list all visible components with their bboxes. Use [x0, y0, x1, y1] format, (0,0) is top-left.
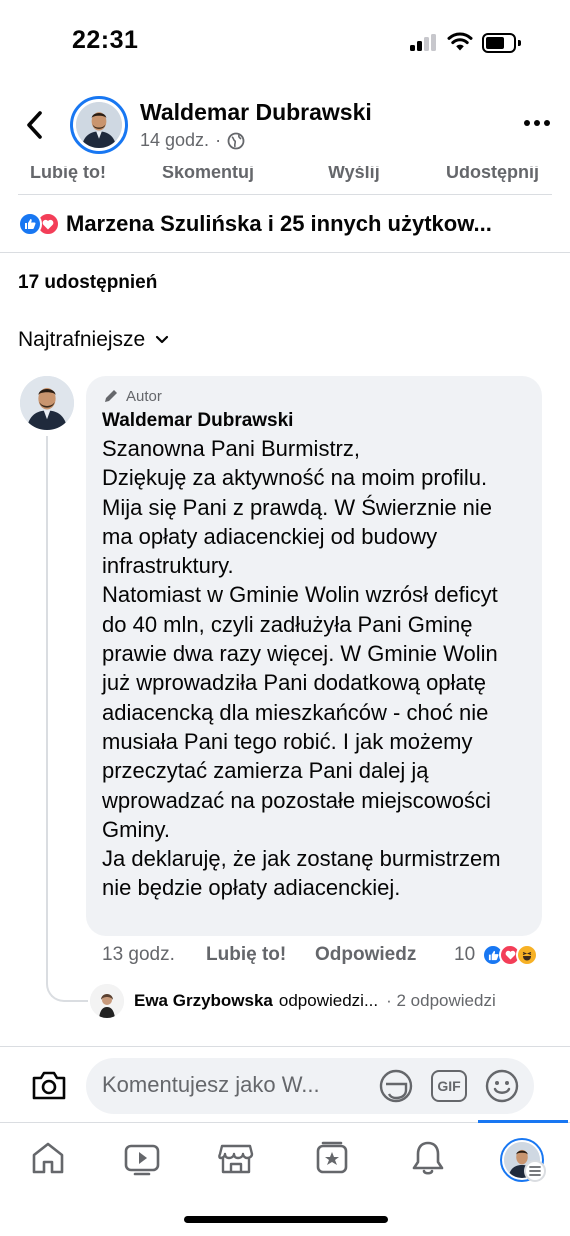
marketplace-icon[interactable] — [216, 1138, 256, 1178]
gif-button[interactable]: GIF — [431, 1070, 467, 1102]
post-actions-row: Lubię to! Skomentuj Wyślij Udostępnij — [0, 166, 570, 194]
status-time: 22:31 — [72, 26, 139, 54]
like-button[interactable]: Lubię to! — [30, 166, 106, 183]
author-name[interactable]: Waldemar Dubrawski — [140, 99, 372, 126]
reply-action: odpowiedzi... — [278, 991, 379, 1010]
comment-like-button[interactable]: Lubię to! — [206, 944, 286, 966]
post-meta: 14 godz. · — [140, 130, 245, 151]
video-icon[interactable] — [122, 1138, 162, 1178]
home-indicator — [184, 1216, 388, 1223]
author-avatar[interactable] — [70, 96, 128, 154]
divider — [0, 1046, 570, 1047]
comment-actions: 13 godz. Lubię to! Odpowiedz 10 — [102, 944, 558, 970]
globe-icon — [227, 132, 245, 149]
comment-text: Szanowna Pani Burmistrz, Dziękuję za akt… — [102, 436, 501, 901]
reactions-summary[interactable]: Marzena Szulińska i 25 innych użytkow... — [18, 208, 492, 240]
wifi-icon — [447, 32, 473, 51]
share-button[interactable]: Udostępnij — [446, 166, 539, 183]
reply-avatar — [90, 984, 124, 1018]
author-badge: Autor — [102, 386, 526, 406]
comment-button[interactable]: Skomentuj — [162, 166, 254, 183]
feeds-icon[interactable] — [312, 1138, 352, 1178]
author-badge-label: Autor — [126, 387, 162, 405]
comment-sort-dropdown[interactable]: Najtrafniejsze — [18, 328, 169, 352]
status-bar: 22:31 — [0, 0, 570, 86]
nav-active-indicator — [478, 1120, 568, 1123]
comment-author[interactable]: Waldemar Dubrawski — [102, 410, 526, 432]
home-icon[interactable] — [28, 1138, 68, 1178]
shares-count[interactable]: 17 udostępnień — [18, 272, 157, 294]
menu-icon — [524, 1160, 546, 1182]
divider — [18, 194, 552, 195]
chevron-down-icon — [156, 335, 169, 344]
reply-author: Ewa Grzybowska — [134, 991, 273, 1010]
comment-input[interactable] — [102, 1072, 372, 1098]
reactions-text[interactable]: Marzena Szulińska i 25 innych użytkow... — [66, 211, 492, 237]
reply-preview[interactable]: Ewa Grzybowska odpowiedzi... · 2 odpowie… — [90, 984, 496, 1018]
comment-reply-button[interactable]: Odpowiedz — [315, 944, 416, 966]
comment-bubble: Autor Waldemar Dubrawski Szanowna Pani B… — [86, 376, 542, 936]
comment-reactions[interactable] — [482, 944, 538, 966]
thread-line — [46, 436, 88, 1002]
camera-icon[interactable] — [30, 1066, 68, 1104]
back-arrow-icon[interactable] — [22, 108, 48, 142]
comment-time: 13 godz. — [102, 944, 175, 965]
signal-icon — [410, 34, 438, 51]
more-options-icon[interactable] — [524, 120, 550, 128]
haha-reaction-icon — [516, 944, 538, 966]
post-time: 14 godz. — [140, 130, 210, 150]
sort-label: Najtrafniejsze — [18, 328, 146, 351]
pencil-icon — [105, 390, 117, 402]
emoji-icon[interactable] — [484, 1068, 520, 1104]
reply-count: · 2 odpowiedzi — [386, 991, 496, 1010]
meta-separator: · — [215, 130, 222, 150]
like-reaction-icon — [18, 212, 42, 236]
sticker-icon[interactable] — [378, 1068, 414, 1104]
divider — [0, 252, 570, 253]
battery-icon — [482, 33, 522, 53]
comment-composer[interactable]: GIF — [86, 1058, 534, 1114]
send-button[interactable]: Wyślij — [328, 166, 380, 183]
commenter-avatar[interactable] — [20, 376, 74, 430]
bell-icon[interactable] — [408, 1138, 448, 1178]
comment-reaction-count[interactable]: 10 — [454, 944, 475, 966]
post-header: Waldemar Dubrawski 14 godz. · — [0, 86, 570, 166]
